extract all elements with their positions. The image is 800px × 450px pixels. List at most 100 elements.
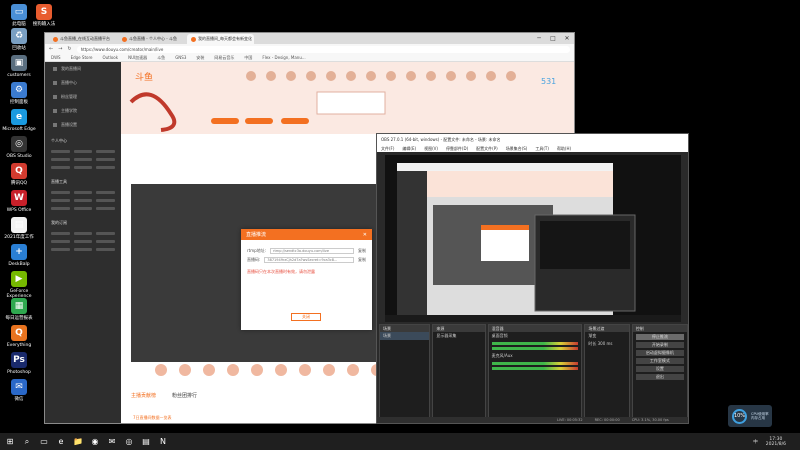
perf-badge[interactable]: 10% CPU使用率 内存占用 [728, 405, 772, 427]
close-icon[interactable]: ✕ [363, 232, 367, 238]
desktop-icon[interactable]: ▣ customers [2, 55, 36, 78]
obs-menu-item[interactable]: 停靠部件(D) [446, 146, 468, 152]
sidebar-link[interactable] [96, 150, 115, 153]
source-item[interactable]: 显示器采集 [433, 332, 484, 340]
sidebar-item[interactable]: 粉丝管理 [45, 90, 121, 104]
obs-control-button[interactable]: 开始录制 [635, 342, 684, 348]
bookmark-item[interactable]: 斗鱼 [157, 55, 165, 61]
taskbar-app-icon[interactable]: N [156, 435, 170, 449]
obs-menu-item[interactable]: 文件(F) [381, 146, 394, 152]
desktop-icon[interactable]: Ps Photoshop [2, 352, 36, 375]
sidebar-link[interactable] [96, 248, 115, 251]
forward-icon[interactable]: → [58, 46, 62, 52]
sidebar-link[interactable] [51, 232, 70, 235]
transition-select[interactable]: 渐变 [585, 332, 628, 340]
desktop-icon[interactable]: Q 腾讯QQ [2, 163, 36, 186]
sidebar-link[interactable] [73, 232, 93, 235]
desktop-icon[interactable]: e Microsoft Edge [2, 109, 36, 132]
obs-menu-item[interactable]: 配置文件(P) [476, 146, 498, 152]
minimize-button[interactable]: ─ [532, 33, 546, 44]
sidebar-link[interactable] [73, 207, 93, 210]
sidebar-link[interactable] [73, 191, 93, 194]
copy-rtmp-button[interactable]: 复制 [358, 248, 366, 254]
tab-contribution[interactable]: 主播贡献榜 [131, 392, 156, 399]
taskbar-app-icon[interactable]: ◎ [122, 435, 136, 449]
key-field[interactable]: 3871949rzCjh2d7a?wsSecret=9ca3c8... [264, 257, 354, 263]
sidebar-link[interactable] [73, 248, 93, 251]
back-icon[interactable]: ← [49, 46, 53, 52]
sidebar-link[interactable] [73, 166, 93, 169]
obs-menu-item[interactable]: 帮助(H) [557, 146, 571, 152]
desktop-icon[interactable]: ▦ 每日运营报表 [2, 298, 36, 321]
sidebar-link[interactable] [96, 232, 115, 235]
taskbar-app-icon[interactable]: e [54, 435, 68, 449]
obs-menu-item[interactable]: 工具(T) [535, 146, 549, 152]
copy-key-button[interactable]: 复制 [358, 257, 366, 263]
bookmark-item[interactable]: Edge Store [71, 55, 93, 60]
obs-control-button[interactable]: 设置 [635, 366, 684, 372]
rtmp-field[interactable]: rtmp://sendtc3a.douyu.com/live [270, 248, 354, 254]
tab-2[interactable]: 我的直播间_每天都会有新变化 [187, 34, 254, 44]
sidebar-link[interactable] [73, 199, 93, 202]
obs-control-button[interactable]: 停止推流 [635, 334, 684, 340]
bookmark-item[interactable]: NUI加速器 [128, 55, 147, 61]
scene-item[interactable]: 场景 [380, 332, 430, 340]
sidebar-link[interactable] [51, 166, 70, 169]
dialog-close-button[interactable]: 关闭 [291, 313, 321, 321]
sidebar-link[interactable] [73, 158, 93, 161]
close-button[interactable]: ✕ [560, 33, 574, 44]
sidebar-link[interactable] [96, 166, 115, 169]
clock[interactable]: 17:30 2021/8/6 [766, 437, 786, 447]
sidebar-link[interactable] [96, 158, 115, 161]
desktop-icon[interactable]: Q Everything [2, 325, 36, 348]
duration-input[interactable]: 300 ms [598, 341, 613, 346]
desktop-icon[interactable]: S 搜狗输入法 [27, 4, 61, 27]
sidebar-link[interactable] [51, 150, 70, 153]
taskbar-app-icon[interactable]: ▤ [139, 435, 153, 449]
desktop-icon[interactable]: W WPS Office [2, 190, 36, 213]
sidebar-link[interactable] [51, 240, 70, 243]
language-indicator[interactable]: 中 [753, 439, 758, 445]
maximize-button[interactable]: □ [546, 33, 560, 44]
bookmark-item[interactable]: GNS3 [175, 55, 186, 60]
desktop-icon[interactable]: ▶ GeForce Experience [2, 271, 36, 299]
obs-control-button[interactable]: 启动虚拟摄像机 [635, 350, 684, 356]
obs-menu-item[interactable]: 场景集合(S) [506, 146, 528, 152]
sidebar-link[interactable] [96, 207, 115, 210]
desktop-icon[interactable]: ♻ 回收站 [2, 28, 36, 51]
taskbar-app-icon[interactable]: 📁 [71, 435, 85, 449]
sidebar-link[interactable] [73, 150, 93, 153]
tab-0[interactable]: 斗鱼直播_在线互动直播平台 [49, 34, 116, 44]
sidebar-item[interactable]: 我的直播间 [45, 62, 121, 76]
sidebar-link[interactable] [96, 199, 115, 202]
desktop-icon[interactable]: ⚙ 控制面板 [2, 82, 36, 105]
obs-menu-item[interactable]: 编辑(E) [402, 146, 416, 152]
bookmark-item[interactable]: 网易云音乐 [214, 55, 234, 61]
bookmark-item[interactable]: DWS [51, 55, 61, 60]
desktop-icon[interactable]: ▤ 2021年度工作 [2, 217, 36, 240]
tab-fans-rank[interactable]: 粉丝团排行 [172, 392, 197, 399]
tab-1[interactable]: 斗鱼直播 - 个人中心 - 斗鱼 [118, 34, 185, 44]
search-icon[interactable]: ⌕ [20, 435, 34, 449]
sidebar-link[interactable] [96, 191, 115, 194]
mic-audio-slider[interactable] [491, 367, 579, 370]
url-input[interactable]: https://www.douyu.com/creator/main/live [76, 45, 570, 53]
refresh-icon[interactable]: ↻ [67, 46, 71, 52]
sidebar-item[interactable]: 直播设置 [45, 118, 121, 132]
taskbar-app-icon[interactable]: ▭ [37, 435, 51, 449]
sidebar-item[interactable]: 主播学院 [45, 104, 121, 118]
desktop-audio-slider[interactable] [491, 347, 579, 350]
bookmark-item[interactable]: 中国 [244, 55, 252, 61]
desktop-icon[interactable]: ✉ 微信 [2, 379, 36, 402]
taskbar-app-icon[interactable]: ✉ [105, 435, 119, 449]
obs-menu-item[interactable]: 视图(V) [424, 146, 438, 152]
sidebar-link[interactable] [73, 240, 93, 243]
obs-control-button[interactable]: 退出 [635, 374, 684, 380]
sidebar-item[interactable]: 直播中心 [45, 76, 121, 90]
desktop-icon[interactable]: + DeskBalp [2, 244, 36, 267]
desktop-icon[interactable]: ◎ OBS Studio [2, 136, 36, 159]
sidebar-link[interactable] [51, 191, 70, 194]
taskbar-app-icon[interactable]: ◉ [88, 435, 102, 449]
bookmark-item[interactable]: Outlook [103, 55, 119, 60]
sidebar-link[interactable] [51, 158, 70, 161]
